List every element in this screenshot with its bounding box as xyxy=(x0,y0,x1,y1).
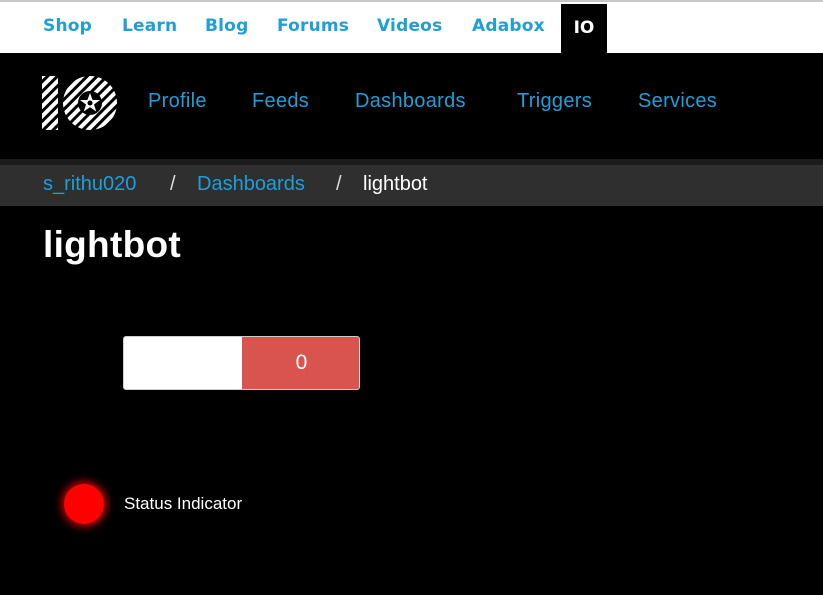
adafruit-io-logo[interactable] xyxy=(42,74,120,132)
io-nav-services[interactable]: Services xyxy=(638,90,717,113)
breadcrumb-current: lightbot xyxy=(363,173,428,195)
io-logo-icon xyxy=(42,76,117,130)
breadcrumb-separator: / xyxy=(336,173,342,195)
site-top-bar: Shop Learn Blog Forums Videos Adabox IO xyxy=(0,0,823,55)
nav-tab-io-active[interactable]: IO xyxy=(561,4,607,55)
toggle-value[interactable]: 0 xyxy=(242,337,359,389)
breadcrumb-user-link[interactable]: s_rithu020 xyxy=(43,173,136,196)
io-nav-profile[interactable]: Profile xyxy=(148,90,207,113)
io-nav-triggers[interactable]: Triggers xyxy=(517,90,592,113)
breadcrumb: s_rithu020 / Dashboards / lightbot xyxy=(0,159,823,206)
status-indicator-label: Status Indicator xyxy=(124,494,243,513)
breadcrumb-dashboards-link[interactable]: Dashboards xyxy=(197,173,305,196)
nav-link-learn[interactable]: Learn xyxy=(122,16,177,36)
nav-link-adabox[interactable]: Adabox xyxy=(472,16,545,36)
toggle-switch[interactable]: 0 xyxy=(123,336,360,390)
io-nav-dashboards[interactable]: Dashboards xyxy=(355,90,466,113)
io-nav-bar: Profile Feeds Dashboards Triggers Servic… xyxy=(0,53,823,159)
status-indicator-light xyxy=(64,484,104,524)
nav-link-forums[interactable]: Forums xyxy=(277,16,349,36)
nav-link-videos[interactable]: Videos xyxy=(377,16,442,36)
toggle-off-side[interactable] xyxy=(124,337,242,389)
breadcrumb-separator: / xyxy=(170,173,176,195)
nav-link-blog[interactable]: Blog xyxy=(205,16,248,36)
io-nav-feeds[interactable]: Feeds xyxy=(252,90,309,113)
page-title: lightbot xyxy=(43,224,182,265)
nav-link-shop[interactable]: Shop xyxy=(43,16,92,36)
